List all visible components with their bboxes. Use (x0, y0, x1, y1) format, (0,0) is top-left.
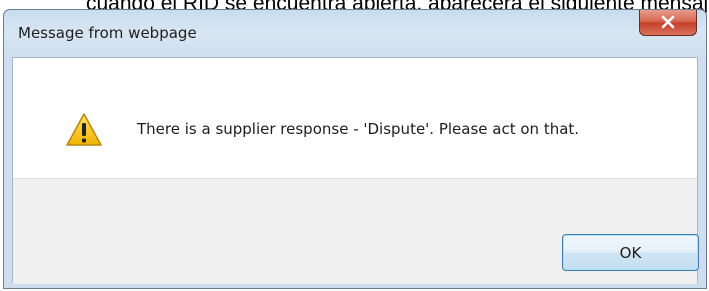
alert-dialog: Message from webpage There is a supplier… (3, 9, 707, 289)
dialog-button-bar: OK (13, 178, 699, 284)
ok-button[interactable]: OK (562, 234, 699, 271)
warning-icon (66, 113, 102, 146)
dialog-message: There is a supplier response - 'Dispute'… (137, 120, 580, 138)
close-icon (661, 15, 675, 29)
message-area: There is a supplier response - 'Dispute'… (13, 58, 697, 178)
dialog-body: There is a supplier response - 'Dispute'… (12, 57, 699, 284)
close-button[interactable] (639, 10, 697, 36)
dialog-titlebar[interactable]: Message from webpage (4, 10, 706, 57)
dialog-title: Message from webpage (18, 24, 197, 42)
